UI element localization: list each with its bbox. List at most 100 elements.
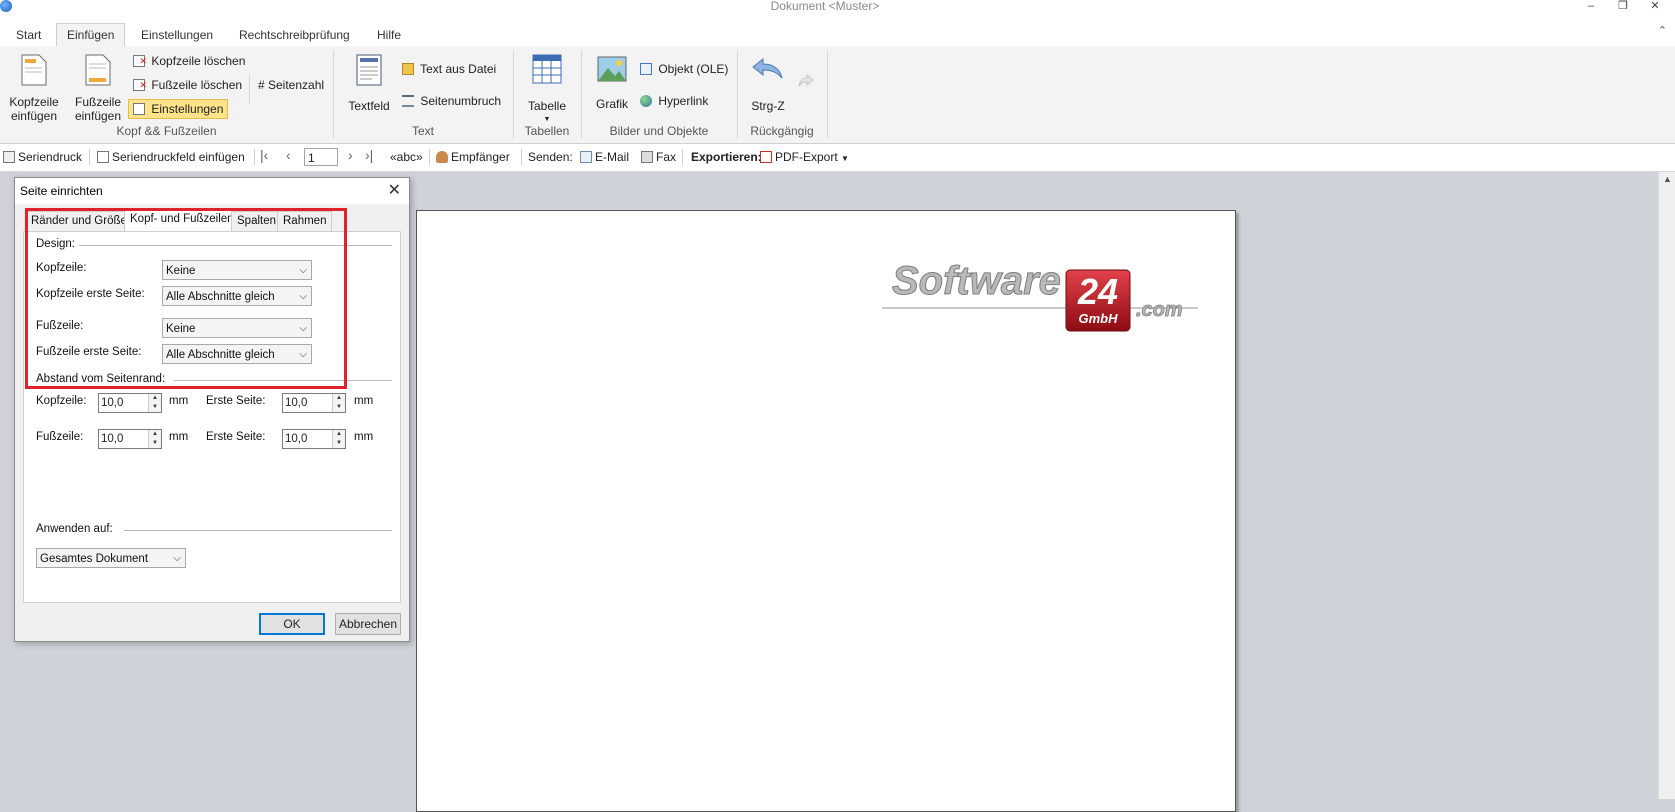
empfaenger-label: Empfänger [451, 150, 510, 164]
pdf-export-button[interactable]: PDF-Export ▼ [760, 150, 849, 164]
abstand-kopf-erste-stepper[interactable]: 10,0 ▲ ▼ [282, 393, 346, 413]
merge-field-icon [97, 151, 109, 163]
logo-suffix: GmbH [1079, 311, 1119, 326]
spin-arrows-icon[interactable]: ▲ ▼ [148, 394, 161, 412]
tab-hilfe[interactable]: Hilfe [367, 24, 411, 46]
seriendruckfeld-label: Seriendruckfeld einfügen [112, 150, 245, 164]
tab-einstellungen[interactable]: Einstellungen [131, 24, 223, 46]
separator [682, 149, 683, 165]
exportieren-label: Exportieren: [691, 150, 762, 164]
next-record-icon[interactable]: › [348, 147, 353, 163]
seitenzahl-button[interactable]: # Seitenzahl [258, 76, 324, 94]
unit-label: mm [169, 395, 189, 407]
page-break-icon [402, 95, 414, 107]
minimize-button[interactable]: – [1581, 0, 1601, 12]
vertical-scrollbar[interactable]: ▲ [1658, 172, 1675, 799]
textbox-icon [356, 54, 382, 86]
settings-page-icon [133, 103, 145, 115]
kopfzeile-loeschen-label: Kopfzeile löschen [151, 54, 246, 68]
close-icon[interactable]: ✕ [388, 180, 401, 200]
separator [254, 149, 255, 165]
pdf-icon [760, 151, 772, 163]
mail-merge-toolbar: Seriendruck Seriendruckfeld einfügen |‹ … [0, 144, 1675, 172]
hyperlink-label: Hyperlink [658, 94, 709, 108]
first-record-icon[interactable]: |‹ [260, 147, 268, 163]
group-label-tabellen: Tabellen [524, 124, 570, 138]
separator [249, 74, 250, 104]
separator [429, 149, 430, 165]
fax-label: Fax [656, 150, 677, 164]
tab-start[interactable]: Start [6, 24, 51, 46]
tab-einfuegen[interactable]: Einfügen [56, 23, 126, 48]
seriendruckfeld-einfuegen-button[interactable]: Seriendruckfeld einfügen [97, 150, 245, 164]
company-logo: Software 24 GmbH .com [868, 259, 1208, 340]
show-fieldnames-button[interactable]: «abc» [390, 150, 423, 164]
redo-icon[interactable] [798, 73, 814, 91]
group-label-text: Text [411, 124, 434, 138]
hyperlink-button[interactable]: Hyperlink [640, 92, 708, 110]
group-divider [124, 530, 392, 531]
footer-page-icon [85, 54, 111, 86]
empfaenger-button[interactable]: Empfänger [436, 150, 510, 164]
close-button[interactable]: ✕ [1645, 0, 1665, 12]
textfeld-button[interactable]: Textfeld [345, 54, 393, 113]
kopfzeile-einfuegen-button[interactable]: Kopfzeile einfügen [6, 54, 62, 123]
separator [89, 149, 90, 165]
kopfzeile-einfuegen-label-1: Kopfzeile [9, 95, 59, 109]
previous-record-icon[interactable]: ‹ [286, 147, 291, 163]
folder-text-icon [402, 63, 414, 75]
spin-arrows-icon[interactable]: ▲ ▼ [332, 394, 345, 412]
grafik-button[interactable]: Grafik [590, 56, 634, 111]
abstand-fuss-erste-value: 10,0 [285, 433, 308, 445]
spin-arrows-icon[interactable]: ▲ ▼ [148, 430, 161, 448]
fax-button[interactable]: Fax [641, 150, 676, 164]
anwenden-label: Anwenden auf: [36, 523, 117, 535]
einstellungen-button[interactable]: Einstellungen [128, 99, 229, 119]
tabelle-label: Tabelle [527, 99, 567, 113]
text-aus-datei-button[interactable]: Text aus Datei [402, 60, 496, 78]
anwenden-select[interactable]: Gesamtes Dokument ⌵ [36, 548, 186, 568]
abbrechen-button[interactable]: Abbrechen [335, 613, 401, 635]
seitenumbruch-label: Seitenumbruch [420, 94, 502, 108]
seriendruck-button[interactable]: Seriendruck [3, 150, 82, 164]
separator [521, 149, 522, 165]
ok-button[interactable]: OK [259, 613, 325, 635]
header-page-icon [21, 54, 47, 86]
fusszeile-loeschen-button[interactable]: ✕ Fußzeile löschen [133, 76, 242, 94]
dialog-titlebar[interactable]: Seite einrichten ✕ [15, 178, 409, 204]
strg-z-label: Strg-Z [751, 99, 785, 113]
tabelle-button[interactable]: Tabelle ▼ [522, 54, 572, 127]
tab-rechtschreibpruefung[interactable]: Rechtschreibprüfung [229, 24, 360, 46]
objekt-ole-label: Objekt (OLE) [658, 62, 729, 76]
scroll-up-icon[interactable]: ▲ [1659, 174, 1675, 184]
spin-arrows-icon[interactable]: ▲ ▼ [332, 430, 345, 448]
fusszeile-einfuegen-button[interactable]: Fußzeile einfügen [70, 54, 126, 123]
abstand-kopfzeile-stepper[interactable]: 10,0 ▲ ▼ [98, 393, 162, 413]
unit-label: mm [169, 431, 189, 443]
software24-logo: Software 24 GmbH .com [882, 259, 1198, 332]
abstand-fusszeile-label: Fußzeile: [36, 431, 84, 443]
restore-button[interactable]: ❐ [1613, 0, 1633, 12]
title-bar: Dokument <Muster> – ❐ ✕ [0, 0, 1675, 14]
logo-number: 24 [1077, 271, 1118, 312]
logo-word: Software [892, 260, 1061, 303]
seitenumbruch-button[interactable]: Seitenumbruch [402, 92, 501, 110]
record-number-input[interactable]: 1 [304, 148, 338, 166]
abstand-fusszeile-stepper[interactable]: 10,0 ▲ ▼ [98, 429, 162, 449]
group-label-bilder-objekte: Bilder und Objekte [609, 124, 709, 138]
chevron-down-icon: ▼ [841, 154, 849, 163]
objekt-ole-button[interactable]: Objekt (OLE) [640, 60, 728, 78]
unit-label: mm [354, 395, 374, 407]
collapse-ribbon-icon[interactable]: ⌃ [1658, 24, 1667, 37]
abstand-fuss-erste-stepper[interactable]: 10,0 ▲ ▼ [282, 429, 346, 449]
email-button[interactable]: E-Mail [580, 150, 629, 164]
last-record-icon[interactable]: ›| [365, 147, 373, 163]
grafik-label: Grafik [595, 97, 628, 111]
fax-icon [641, 151, 653, 163]
abstand-kopfzeile-value: 10,0 [101, 397, 124, 409]
highlight-box [25, 208, 347, 389]
strg-z-button[interactable]: Strg-Z [746, 56, 790, 113]
kopfzeile-loeschen-button[interactable]: ✕ Kopfzeile löschen [133, 52, 245, 70]
abstand-fuss-erste-label: Erste Seite: [206, 431, 266, 443]
pdf-export-label: PDF-Export [775, 150, 838, 164]
